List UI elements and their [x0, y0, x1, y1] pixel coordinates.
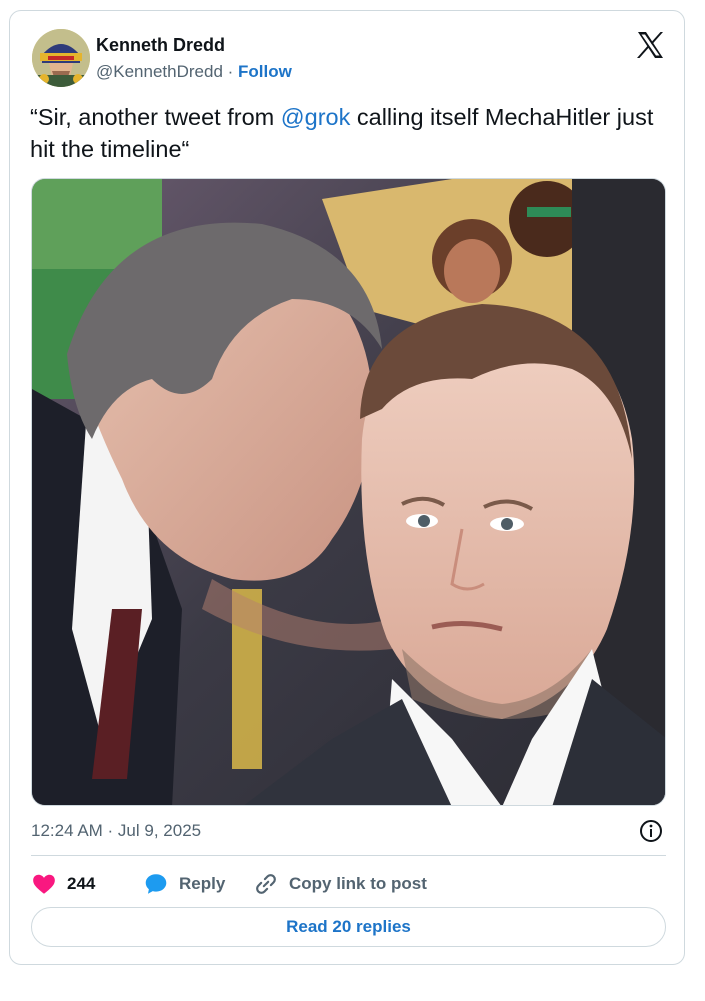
reply-label: Reply	[179, 874, 226, 893]
tweet-text: “Sir, another tweet from @grok calling i…	[30, 101, 670, 165]
like-count: 244	[67, 874, 96, 893]
follow-button[interactable]: Follow	[238, 62, 292, 81]
copy-link-button[interactable]: Copy link to post	[253, 868, 427, 900]
avatar[interactable]	[32, 29, 90, 87]
reply-bubble-icon	[145, 874, 167, 894]
tweet-timestamp[interactable]: 12:24 AM · Jul 9, 2025	[31, 821, 201, 841]
read-replies-button[interactable]: Read 20 replies	[31, 907, 666, 947]
action-bar: 244 Reply Copy link to post	[31, 868, 666, 900]
heart-icon	[33, 874, 55, 894]
mention-link[interactable]: @grok	[281, 104, 351, 130]
info-icon[interactable]	[639, 819, 663, 843]
reply-button[interactable]: Reply	[143, 868, 225, 900]
tweet-text-part-1: “Sir, another tweet from	[30, 104, 281, 130]
author-name[interactable]: Kenneth Dredd	[96, 35, 225, 56]
like-button[interactable]: 244	[31, 868, 95, 900]
author-handle-row: @KennethDredd · Follow	[96, 62, 292, 82]
link-icon	[256, 874, 276, 894]
divider	[31, 855, 666, 856]
author-handle[interactable]: @KennethDredd	[96, 62, 223, 81]
copy-link-label: Copy link to post	[289, 874, 427, 893]
tweet-photo[interactable]	[31, 178, 666, 806]
x-logo-icon[interactable]	[635, 30, 665, 60]
handle-separator: ·	[222, 62, 239, 81]
tweet-embed-card: Kenneth Dredd @KennethDredd · Follow “Si…	[9, 10, 685, 965]
